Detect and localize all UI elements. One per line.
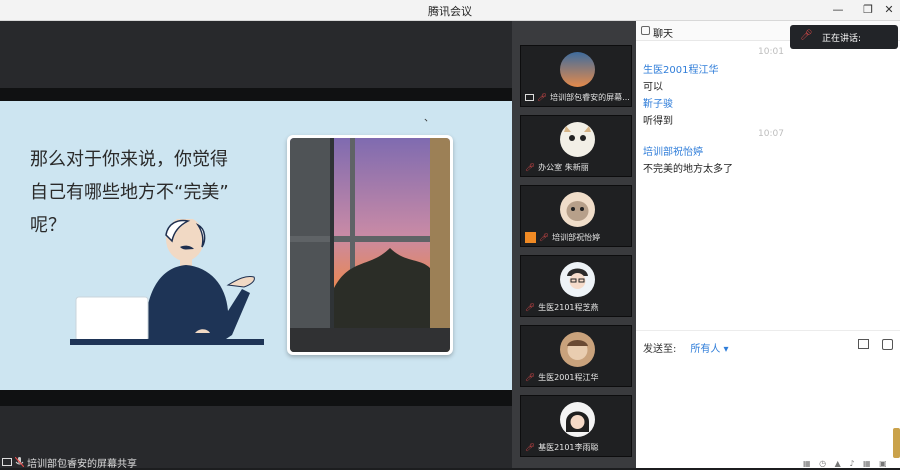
maximize-button[interactable]: ❐ bbox=[860, 2, 876, 18]
message-text: 听得到 bbox=[643, 116, 673, 127]
slide-line: 自己有哪些地方不“完美” bbox=[30, 182, 229, 203]
participants-panel: 🎤︎ 培训部包睿安的屏幕... 🎤︎ 办公室 朱新丽 🎤︎ 培训部祝怡婷 🎤︎ … bbox=[512, 21, 636, 468]
participant-name: 生医2001程江华 bbox=[538, 373, 599, 382]
side-handle[interactable] bbox=[893, 428, 900, 458]
chat-divider bbox=[636, 330, 900, 331]
screen-share-label: 培训部包睿安的屏幕共享 bbox=[0, 456, 137, 470]
chat-title: 聊天 bbox=[653, 29, 673, 40]
participant-tile[interactable]: 🎤︎ 培训部祝怡婷 bbox=[520, 185, 632, 247]
participant-name-row: 🎤︎ 办公室 朱新丽 bbox=[525, 162, 631, 173]
mic-muted-icon: 🎤︎ bbox=[525, 443, 536, 452]
participant-tile[interactable]: 🎤︎ 生医2101程芝燕 bbox=[520, 255, 632, 317]
avatar bbox=[560, 192, 595, 227]
photo-frame bbox=[287, 135, 453, 355]
slide-line: 那么对于你来说，你觉得 bbox=[30, 149, 228, 170]
speaking-indicator: 🎤︎ 正在讲话: bbox=[790, 25, 898, 49]
title-bar: 腾讯会议 — ❐ ✕ bbox=[0, 0, 900, 21]
letterbox-bottom bbox=[0, 390, 512, 406]
avatar bbox=[560, 52, 595, 87]
chat-bubble-icon bbox=[641, 26, 650, 35]
mic-muted-icon: 🎤︎ bbox=[525, 163, 536, 172]
man-at-laptop-illustration bbox=[70, 219, 264, 345]
mic-muted-icon: 🎤︎ bbox=[525, 373, 536, 382]
message-text: 可以 bbox=[643, 82, 663, 93]
mic-icon: 🎤︎ bbox=[800, 30, 813, 41]
participant-name-row: 🎤︎ 培训部祝怡婷 bbox=[525, 232, 631, 243]
participant-tile[interactable]: 🎤︎ 培训部包睿安的屏幕... bbox=[520, 45, 632, 107]
participant-name: 培训部祝怡婷 bbox=[552, 233, 601, 242]
close-button[interactable]: ✕ bbox=[881, 2, 897, 18]
avatar bbox=[560, 332, 595, 367]
send-to-label: 发送至: bbox=[643, 344, 677, 355]
mic-muted-icon bbox=[15, 457, 24, 467]
share-owner-name: 培训部包睿安的屏幕共享 bbox=[27, 458, 137, 470]
file-icon[interactable] bbox=[858, 339, 869, 349]
participant-name: 办公室 朱新丽 bbox=[538, 163, 589, 172]
slide-dot: 、 bbox=[424, 113, 434, 124]
participant-name-row: 🎤︎ 基医2101李雨聪 bbox=[525, 442, 631, 453]
send-to-row: 发送至: 所有人 ▾ bbox=[643, 340, 729, 355]
participant-tile[interactable]: 🎤︎ 生医2001程江华 bbox=[520, 325, 632, 387]
participant-name: 培训部包睿安的屏幕... bbox=[550, 93, 630, 102]
message-sender[interactable]: 靳子骏 bbox=[643, 95, 673, 110]
avatar bbox=[560, 262, 595, 297]
avatar bbox=[560, 122, 595, 157]
minimize-button[interactable]: — bbox=[830, 2, 846, 18]
send-to-dropdown[interactable]: 所有人 ▾ bbox=[690, 340, 728, 355]
participant-tile[interactable]: 🎤︎ 基医2101李雨聪 bbox=[520, 395, 632, 457]
chat-panel: 聊天 🎤︎ 正在讲话: 10:01 生医2001程江华 可以 靳子骏 听得到 1… bbox=[636, 21, 900, 468]
mic-muted-icon: 🎤︎ bbox=[539, 233, 550, 242]
speaking-label: 正在讲话: bbox=[822, 34, 862, 44]
mic-muted-icon: 🎤︎ bbox=[525, 303, 536, 312]
message-sender[interactable]: 生医2001程江华 bbox=[643, 61, 718, 76]
host-icon bbox=[525, 232, 536, 243]
participant-name-row: 🎤︎ 生医2101程芝燕 bbox=[525, 302, 631, 313]
participant-name-row: 🎤︎ 培训部包睿安的屏幕... bbox=[525, 92, 631, 103]
participant-name-row: 🎤︎ 生医2001程江华 bbox=[525, 372, 631, 383]
avatar bbox=[560, 402, 595, 437]
message-time: 10:01 bbox=[758, 47, 784, 57]
message-time: 10:07 bbox=[758, 129, 784, 139]
message-sender[interactable]: 培训部祝怡婷 bbox=[643, 143, 703, 158]
screen-share-icon bbox=[2, 458, 12, 466]
mic-muted-icon: 🎤︎ bbox=[537, 93, 548, 102]
system-tray-icons: ▦ ◷ ▲ ♪ ▦ ▣ bbox=[803, 459, 890, 468]
letterbox-top bbox=[0, 88, 512, 101]
message-text: 不完美的地方太多了 bbox=[643, 164, 733, 175]
participant-name: 基医2101李雨聪 bbox=[538, 443, 599, 452]
participant-tile[interactable]: 🎤︎ 办公室 朱新丽 bbox=[520, 115, 632, 177]
screen-share-icon bbox=[525, 94, 534, 101]
presentation-slide: 那么对于你来说，你觉得 自己有哪些地方不“完美” 呢？ 、 bbox=[0, 101, 512, 390]
window-title: 腾讯会议 bbox=[428, 5, 472, 18]
screenshot-icon[interactable] bbox=[882, 339, 893, 350]
participant-name: 生医2101程芝燕 bbox=[538, 303, 599, 312]
window-sunset-photo bbox=[290, 138, 450, 352]
